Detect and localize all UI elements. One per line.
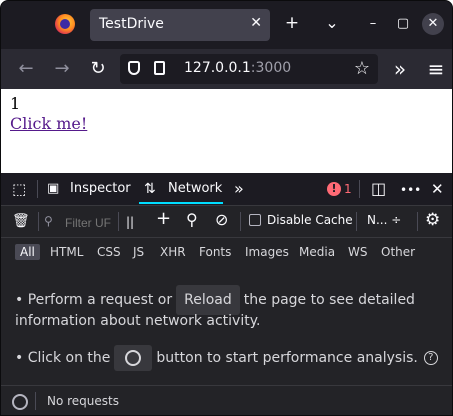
page-content: 1 Click me!: [1, 89, 452, 173]
browser-window: TestDrive ✕ + ⌄ – ▢ ✕ ← → ↻ 127.0.0.1:30…: [0, 0, 453, 416]
stopwatch-icon: [125, 350, 142, 366]
tab-inspector[interactable]: Inspector: [70, 181, 131, 196]
url-bar[interactable]: 127.0.0.1:3000 ☆: [120, 54, 378, 84]
click-me-link[interactable]: Click me!: [10, 114, 87, 133]
tab-network[interactable]: Network: [168, 181, 222, 196]
element-picker-icon[interactable]: ⬚: [12, 180, 26, 198]
divider: [118, 212, 119, 231]
shield-icon[interactable]: [128, 61, 140, 75]
divider: [356, 212, 357, 231]
search-icon[interactable]: ⚲: [186, 211, 198, 229]
add-request-icon[interactable]: +: [156, 210, 171, 228]
tab-testdrive[interactable]: TestDrive ✕: [90, 9, 270, 41]
options-icon[interactable]: •••: [400, 181, 421, 199]
filter-other[interactable]: Other: [376, 244, 420, 260]
dock-icon[interactable]: ◫: [371, 180, 386, 198]
maximize-button[interactable]: ▢: [392, 13, 414, 35]
filter-icon: ⚲: [44, 214, 53, 228]
disable-cache-label[interactable]: Disable Cache: [267, 213, 353, 227]
stopwatch-icon[interactable]: [12, 394, 28, 410]
devtools-toolbar: ⬚ ▣ Inspector ⇅ Network » ! 1 ◫ ••• ✕: [1, 173, 452, 206]
new-tab-button[interactable]: +: [281, 13, 303, 33]
message-text: button to start performance analysis.: [156, 350, 418, 366]
firefox-logo-icon: [55, 14, 75, 34]
divider: [359, 180, 360, 198]
navigation-bar: ← → ↻ 127.0.0.1:3000 ☆ » ≡: [1, 49, 452, 89]
disable-cache-checkbox[interactable]: [249, 214, 261, 226]
request-summary: No requests: [47, 394, 119, 408]
counter-text: 1: [10, 94, 21, 113]
network-empty-panel: • Perform a request or Reload the page to …: [1, 266, 452, 385]
divider: [417, 212, 418, 231]
minimize-button[interactable]: –: [362, 13, 384, 35]
filter-fonts[interactable]: Fonts: [194, 244, 236, 260]
inspector-icon[interactable]: ▣: [47, 180, 59, 198]
divider: [35, 392, 36, 410]
app-menu-button[interactable]: ≡: [425, 58, 447, 80]
active-tab-indicator: [139, 202, 223, 204]
error-icon[interactable]: !: [327, 182, 341, 196]
filter-css[interactable]: CSS: [92, 244, 126, 260]
throttling-select[interactable]: N... ÷: [367, 213, 401, 227]
filter-media[interactable]: Media: [294, 244, 340, 260]
message-text: • Click on the: [15, 350, 111, 366]
tab-close-icon[interactable]: ✕: [250, 15, 262, 31]
message-text: • Perform a request or: [15, 292, 173, 308]
filter-xhr[interactable]: XHR: [155, 244, 191, 260]
url-text: 127.0.0.1:3000: [184, 60, 291, 76]
empty-message-line-2: information about network activity.: [15, 313, 261, 329]
close-window-button[interactable]: ✕: [422, 13, 444, 35]
settings-gear-icon[interactable]: ⚙: [425, 211, 440, 229]
list-tabs-button[interactable]: ⌄: [321, 13, 343, 33]
forward-button[interactable]: →: [51, 58, 73, 80]
close-devtools-icon[interactable]: ✕: [431, 180, 444, 198]
filter-html[interactable]: HTML: [45, 244, 88, 260]
divider: [240, 212, 241, 231]
reload-button[interactable]: ↻: [87, 58, 109, 80]
help-icon[interactable]: ?: [423, 351, 438, 365]
trash-icon[interactable]: 🗑: [12, 212, 30, 230]
page-info-icon[interactable]: [154, 61, 165, 75]
url-host: 127.0.0.1: [184, 60, 251, 76]
type-filter-bar: All HTML CSS JS XHR Fonts Images Media W…: [1, 238, 452, 266]
more-tools-button[interactable]: »: [234, 180, 244, 198]
filter-urls-input[interactable]: [63, 212, 119, 234]
divider: [38, 212, 39, 231]
url-port: :3000: [250, 60, 292, 76]
status-bar: No requests: [1, 385, 452, 415]
filter-images[interactable]: Images: [240, 244, 294, 260]
overflow-menu-button[interactable]: »: [389, 58, 411, 80]
message-text: the page to see detailed: [243, 292, 415, 308]
bookmark-star-icon[interactable]: ☆: [354, 58, 370, 79]
performance-analysis-button[interactable]: [114, 345, 153, 371]
error-count[interactable]: 1: [344, 182, 352, 196]
pause-icon[interactable]: ||: [126, 213, 134, 231]
filter-all[interactable]: All: [15, 244, 40, 260]
filter-js[interactable]: JS: [128, 244, 149, 260]
block-icon[interactable]: ⊘: [215, 211, 228, 229]
tab-bar: TestDrive ✕ + ⌄ – ▢ ✕: [1, 1, 452, 49]
tab-title: TestDrive: [99, 16, 164, 32]
back-button[interactable]: ←: [15, 58, 37, 80]
network-toolbar: 🗑 ⚲ || + ⚲ ⊘ Disable Cache N... ÷ ⚙: [1, 206, 452, 238]
network-icon[interactable]: ⇅: [144, 180, 156, 198]
empty-message-line-3: • Click on the button to start performanc…: [15, 345, 438, 371]
divider: [37, 180, 38, 198]
filter-ws[interactable]: WS: [343, 244, 372, 260]
